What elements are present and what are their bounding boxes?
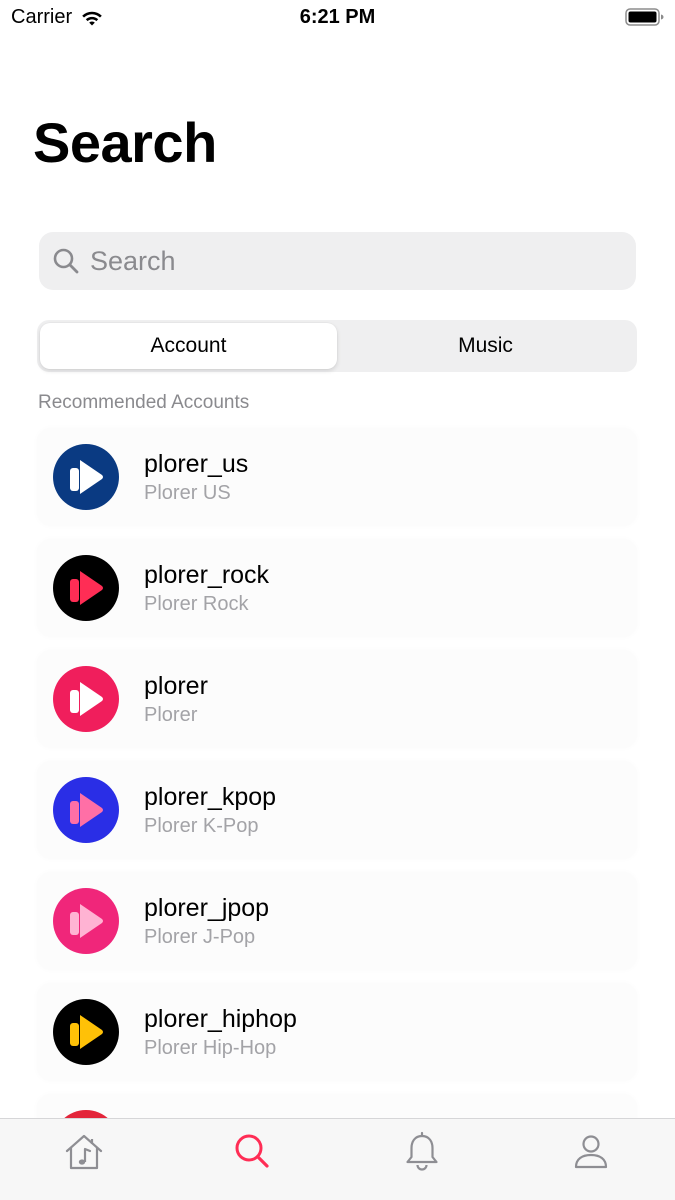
account-username: plorer_jpop (144, 894, 270, 922)
account-avatar (53, 444, 119, 510)
tab-profile[interactable] (506, 1119, 675, 1200)
plorer-logo-icon (53, 999, 119, 1065)
account-display-name: Plorer K-Pop (144, 815, 259, 837)
search-input[interactable] (88, 244, 612, 278)
account-list: plorer_us Plorer US plorer_rock Plorer Rock… (37, 428, 637, 1200)
tab-notifications[interactable] (338, 1119, 507, 1200)
account-display-name: Plorer Rock (144, 593, 249, 615)
account-row[interactable]: plorer_rock Plorer Rock (37, 539, 637, 637)
account-username: plorer_hiphop (144, 1005, 297, 1033)
tab-home[interactable] (0, 1119, 169, 1200)
account-avatar (53, 555, 119, 621)
status-time: 6:21 PM (299, 6, 376, 28)
page-title: Search (33, 111, 217, 174)
account-display-name: Plorer J-Pop (144, 926, 256, 948)
section-header: Recommended Accounts (38, 392, 250, 413)
search-bar[interactable] (39, 232, 636, 290)
bell-icon (406, 1131, 438, 1171)
account-row[interactable]: plorer_kpop Plorer K-Pop (37, 761, 637, 859)
plorer-logo-icon (53, 888, 119, 954)
plorer-logo-icon (53, 666, 119, 732)
account-row[interactable]: plorer_us Plorer US (37, 428, 637, 526)
account-display-name: Plorer (144, 704, 198, 726)
segmented-control: Account Music (37, 320, 637, 372)
account-row[interactable]: plorer_hiphop Plorer Hip-Hop (37, 983, 637, 1081)
account-username: plorer_kpop (144, 783, 277, 811)
search-screen: Carrier 6:21 PM Search Search Account Mu… (0, 0, 675, 1200)
battery-icon (625, 7, 665, 27)
plorer-logo-icon (53, 444, 119, 510)
account-row[interactable]: plorer Plorer (37, 650, 637, 748)
status-bar: Carrier 6:21 PM (0, 0, 675, 36)
account-username: plorer_rock (144, 561, 270, 589)
tab-search[interactable] (169, 1119, 338, 1200)
tab-bar (0, 1118, 675, 1200)
account-avatar (53, 777, 119, 843)
search-icon (235, 1134, 269, 1168)
profile-icon (574, 1135, 607, 1169)
account-display-name: Plorer US (144, 482, 231, 504)
account-row[interactable]: plorer_jpop Plorer J-Pop (37, 872, 637, 970)
account-display-name: Plorer Hip-Hop (144, 1037, 277, 1059)
account-avatar (53, 999, 119, 1065)
plorer-logo-icon (53, 777, 119, 843)
account-username: plorer (144, 672, 208, 700)
account-username: plorer_us (144, 450, 249, 478)
home-music-icon (66, 1134, 103, 1170)
plorer-logo-icon (53, 555, 119, 621)
account-avatar (53, 888, 119, 954)
segment-account[interactable]: Account (40, 323, 337, 369)
search-icon (52, 247, 80, 275)
account-avatar (53, 666, 119, 732)
segment-music[interactable]: Music (337, 323, 634, 369)
